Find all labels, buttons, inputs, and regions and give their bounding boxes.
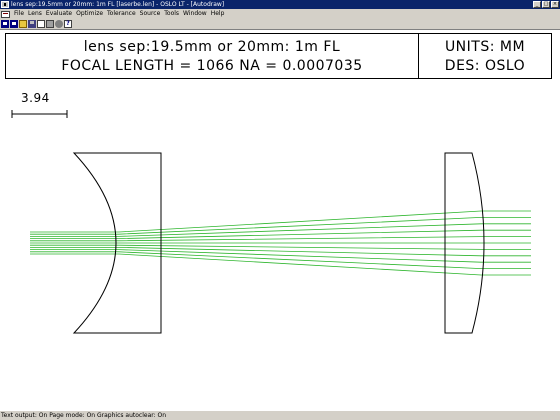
window-icon[interactable] — [10, 20, 18, 28]
folder-icon[interactable] — [19, 20, 27, 28]
menu-bar: File Lens Evaluate Optimize Tolerance So… — [0, 9, 560, 19]
save-icon[interactable] — [28, 20, 36, 28]
menu-lens[interactable]: Lens — [26, 9, 44, 19]
window-controls: _ □ × — [533, 1, 559, 8]
title-bar: lens sep:19.5mm or 20mm: 1m FL [laserbe.… — [0, 0, 560, 9]
autodraw-canvas[interactable]: lens sep:19.5mm or 20mm: 1m FL FOCAL LEN… — [0, 29, 560, 410]
close-button[interactable]: × — [551, 1, 559, 8]
lens-drawing — [11, 110, 531, 334]
document-icon[interactable] — [37, 20, 45, 28]
menu-source[interactable]: Source — [138, 9, 163, 19]
menu-window[interactable]: Window — [181, 9, 209, 19]
window-icon[interactable] — [1, 20, 9, 28]
menu-file[interactable]: File — [12, 9, 26, 19]
window-title: lens sep:19.5mm or 20mm: 1m FL [laserbe.… — [11, 1, 225, 8]
minimize-button[interactable]: _ — [533, 1, 541, 8]
status-bar: Text output: On Page mode: On Graphics a… — [0, 410, 560, 420]
ray-bundle — [30, 210, 531, 276]
settings-icon[interactable] — [55, 20, 63, 28]
maximize-button[interactable]: □ — [542, 1, 550, 8]
help-icon[interactable]: ? — [64, 20, 72, 28]
ray — [30, 210, 531, 233]
menu-help[interactable]: Help — [209, 9, 227, 19]
document-window-icon[interactable] — [1, 10, 10, 18]
menu-optimize[interactable]: Optimize — [74, 9, 105, 19]
print-icon[interactable] — [46, 20, 54, 28]
ray — [30, 253, 531, 276]
menu-tolerance[interactable]: Tolerance — [105, 9, 138, 19]
app-icon[interactable] — [1, 1, 9, 8]
toolbar: ? — [0, 19, 560, 29]
menu-tools[interactable]: Tools — [162, 9, 181, 19]
menu-evaluate[interactable]: Evaluate — [44, 9, 74, 19]
